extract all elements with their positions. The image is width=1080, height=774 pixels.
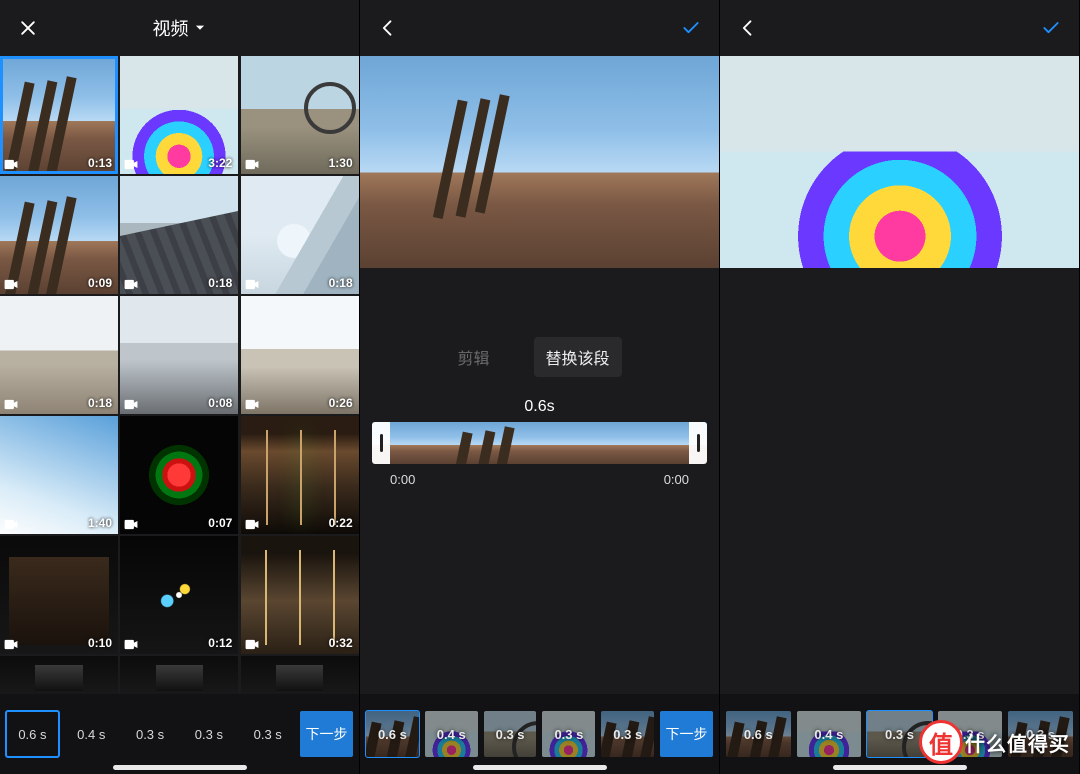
thumb-duration: 1:40 <box>88 516 112 530</box>
trim-tabs: 剪辑 替换该段 <box>360 330 719 384</box>
preview-frame[interactable] <box>720 56 1080 268</box>
trim-body: 剪辑 替换该段 0.6s 0:00 0:00 <box>360 268 719 694</box>
pane-replace: 0.6 s0.4 s0.3 s0.3 s0.3 s <box>720 0 1080 774</box>
timeline-chip[interactable]: 0.3 s <box>124 711 177 757</box>
video-thumb[interactable]: 0:18 <box>241 176 359 294</box>
watermark: 值 什么值得买 <box>919 720 1070 764</box>
thumb-duration: 0:10 <box>88 636 112 650</box>
video-icon <box>124 279 138 290</box>
home-indicator <box>833 765 967 770</box>
thumb-partial[interactable] <box>0 656 118 694</box>
chevron-down-icon <box>193 21 207 35</box>
video-icon <box>245 519 259 530</box>
timeline-strip: 0.6 s0.4 s0.3 s0.3 s0.3 s下一步 <box>360 694 719 774</box>
video-thumb[interactable]: 0:18 <box>0 296 118 414</box>
gallery-grid[interactable]: 0:13 3:22 1:30 0:09 0:18 0:18 0:18 0:08 … <box>0 56 359 694</box>
video-thumb[interactable]: 0:26 <box>241 296 359 414</box>
video-thumb[interactable]: 0:12 <box>120 536 238 654</box>
close-icon[interactable] <box>14 14 42 42</box>
video-icon <box>245 639 259 650</box>
preview-frame[interactable] <box>360 56 720 268</box>
trim-topbar <box>360 0 719 56</box>
back-icon[interactable] <box>734 14 762 42</box>
scrub-start-time: 0:00 <box>390 472 415 487</box>
next-button[interactable]: 下一步 <box>660 711 713 757</box>
thumb-duration: 1:30 <box>329 156 353 170</box>
video-thumb[interactable]: 1:30 <box>241 56 359 174</box>
thumb-duration: 0:08 <box>208 396 232 410</box>
thumb-duration: 0:13 <box>88 156 112 170</box>
video-icon <box>245 399 259 410</box>
home-indicator <box>473 765 607 770</box>
video-icon <box>124 159 138 170</box>
gallery-title[interactable]: 视频 <box>153 15 207 41</box>
video-thumb[interactable]: 0:10 <box>0 536 118 654</box>
timeline-chip[interactable]: 0.3 s <box>542 711 595 757</box>
video-thumb[interactable]: 0:32 <box>241 536 359 654</box>
timeline-chip[interactable]: 0.3 s <box>182 711 235 757</box>
pane-trim: 剪辑 替换该段 0.6s 0:00 0:00 <box>360 0 720 774</box>
thumb-duration: 0:18 <box>88 396 112 410</box>
next-button[interactable]: 下一步 <box>300 711 353 757</box>
gallery-title-text: 视频 <box>153 15 189 41</box>
watermark-text: 什么值得买 <box>965 728 1070 757</box>
video-icon <box>4 279 18 290</box>
thumb-duration: 0:07 <box>208 516 232 530</box>
video-icon <box>4 159 18 170</box>
thumb-duration: 0:32 <box>329 636 353 650</box>
timeline-chip[interactable]: 0.4 s <box>65 711 118 757</box>
scrubber[interactable]: 0:00 0:00 <box>360 422 719 487</box>
thumb-duration: 0:22 <box>329 516 353 530</box>
video-thumb[interactable]: 0:18 <box>120 176 238 294</box>
pane-gallery: 视频 0:13 3:22 1:30 0:09 0:18 0:18 0:18 0:… <box>0 0 360 774</box>
video-thumb[interactable]: 0:22 <box>241 416 359 534</box>
video-icon <box>245 279 259 290</box>
thumb-duration: 3:22 <box>208 156 232 170</box>
thumb-partial[interactable] <box>120 656 238 694</box>
tab-replace[interactable]: 替换该段 <box>534 337 622 377</box>
timeline-chip[interactable]: 0.6 s <box>6 711 59 757</box>
video-icon <box>4 519 18 530</box>
video-icon <box>124 639 138 650</box>
timeline-chip[interactable]: 0.6 s <box>366 711 419 757</box>
thumb-duration: 0:26 <box>329 396 353 410</box>
video-thumb[interactable]: 3:22 <box>120 56 238 174</box>
confirm-icon[interactable] <box>677 14 705 42</box>
timeline-chip[interactable]: 0.3 s <box>241 711 294 757</box>
scrub-handle-right[interactable] <box>689 422 707 464</box>
video-icon <box>4 399 18 410</box>
timeline-chip[interactable]: 0.4 s <box>797 711 862 757</box>
video-thumb[interactable]: 0:07 <box>120 416 238 534</box>
video-thumb[interactable]: 0:08 <box>120 296 238 414</box>
video-icon <box>124 399 138 410</box>
timeline-chip[interactable]: 0.4 s <box>425 711 478 757</box>
confirm-icon[interactable] <box>1037 14 1065 42</box>
video-thumb[interactable]: 0:13 <box>0 56 118 174</box>
clip-duration-label: 0.6s <box>360 398 719 416</box>
empty-space <box>720 268 1079 694</box>
tab-trim[interactable]: 剪辑 <box>457 345 489 369</box>
timeline-chip[interactable]: 0.6 s <box>726 711 791 757</box>
timeline-chip[interactable]: 0.3 s <box>484 711 537 757</box>
video-icon <box>4 639 18 650</box>
timeline-chip[interactable]: 0.3 s <box>601 711 654 757</box>
replace-topbar <box>720 0 1079 56</box>
back-icon[interactable] <box>374 14 402 42</box>
thumb-duration: 0:09 <box>88 276 112 290</box>
video-icon <box>124 519 138 530</box>
home-indicator <box>113 765 247 770</box>
timeline-strip: 0.6 s0.4 s0.3 s0.3 s0.3 s下一步 <box>0 694 359 774</box>
thumb-duration: 0:18 <box>208 276 232 290</box>
watermark-badge: 值 <box>919 720 963 764</box>
scrub-end-time: 0:00 <box>664 472 689 487</box>
video-thumb[interactable]: 0:09 <box>0 176 118 294</box>
thumb-duration: 0:18 <box>329 276 353 290</box>
scrub-handle-left[interactable] <box>372 422 390 464</box>
video-thumb[interactable]: 1:40 <box>0 416 118 534</box>
thumb-partial[interactable] <box>241 656 359 694</box>
gallery-topbar: 视频 <box>0 0 359 56</box>
thumb-duration: 0:12 <box>208 636 232 650</box>
video-icon <box>245 159 259 170</box>
